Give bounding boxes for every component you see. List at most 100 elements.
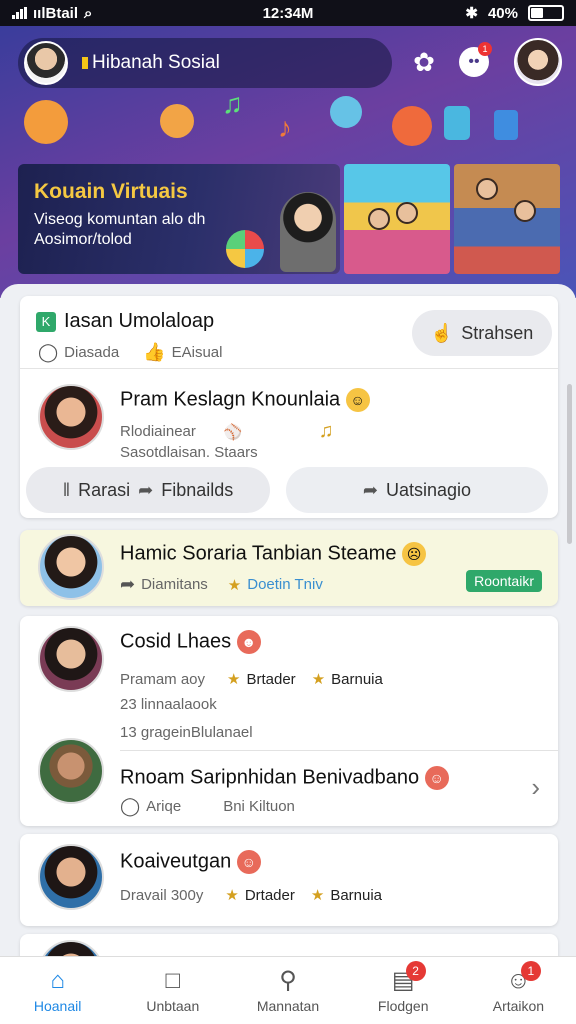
avatar[interactable]: [38, 738, 104, 804]
section-logo-icon: K: [36, 311, 56, 332]
nav-label: Flodgen: [377, 997, 429, 1014]
nav-notes[interactable]: ▤ 2 Flodgen: [346, 957, 461, 1024]
trophy-icon: ★: [225, 887, 239, 904]
feed-item-meta-2: Brtader: [246, 670, 296, 688]
person-icon: [476, 178, 498, 200]
nav-label: Hoanail: [33, 997, 82, 1014]
thumbs-up-icon: ☝: [430, 322, 454, 343]
phone-sticker-icon: [444, 106, 470, 140]
comment-icon: ◯: [38, 342, 59, 362]
react-button[interactable]: ‖ Rarasi ➦ Fibnailds: [26, 467, 270, 513]
promo-banner[interactable]: Kouain Virtuais Viseog komuntan alo dh A…: [18, 164, 340, 274]
chevron-right-icon[interactable]: ›: [531, 772, 540, 803]
banner-person-image: [280, 192, 336, 272]
feed-card[interactable]: Koaiveutgan ☺ Dravail 300y ★ Drtader ★ B…: [20, 834, 558, 926]
feed-item-subtitle: Rlodiainear: [120, 423, 196, 440]
divider: [20, 368, 558, 369]
app-header-pill[interactable]: Hibanah Sosial: [18, 38, 392, 88]
bars-icon: ‖: [62, 479, 71, 500]
signal-icon: [12, 7, 27, 19]
feed-card: Cosid Lhaes ☻ Pramam aoy ★ Brtader ★ Bar…: [20, 616, 558, 826]
chat-icon: □: [165, 966, 181, 994]
feed-card[interactable]: [20, 934, 558, 956]
feed-item-title: Hamic Soraria Tanbian Steame: [120, 542, 397, 565]
feed-item-title[interactable]: Rnoam Saripnhidan Benivadbano: [120, 766, 419, 788]
section-meta-1: Diasada: [64, 344, 120, 361]
react-button-label: Rarasi: [78, 479, 131, 500]
forward-button-label-2: Uatsinagio: [386, 479, 472, 500]
ball-icon: ⚾: [223, 423, 243, 441]
emoji-icon: ☹: [402, 542, 426, 566]
nav-search[interactable]: ⚲ Mannatan: [230, 957, 345, 1024]
avatar[interactable]: [38, 534, 104, 600]
thumbnail-group-photo[interactable]: [344, 164, 450, 274]
nav-home[interactable]: ⌂ Hoanail: [0, 957, 115, 1024]
wifi-icon: ⌕: [84, 4, 93, 22]
hero-header: ♫ ♪ Hibanah Sosial ✿ •• 1 Kouain Virtuai…: [0, 26, 576, 298]
feed-content: K Iasan Umolaloap ◯ Diasada 👍 EAisual ☝ …: [0, 284, 576, 956]
feed-item-meta: Ariqe: [146, 798, 182, 815]
scrollbar[interactable]: [567, 384, 572, 544]
share-button[interactable]: ☝ Strahsen: [412, 310, 552, 356]
avatar[interactable]: [38, 626, 104, 692]
bluetooth-icon: ✱: [465, 5, 478, 22]
clock: 12:34M: [262, 4, 314, 22]
messages-badge: 1: [478, 42, 492, 56]
search-icon: ⚲: [279, 967, 297, 994]
feed-item-title[interactable]: Pram Keslagn Knounlaia: [120, 388, 340, 410]
card-sticker-icon: [494, 110, 518, 140]
section-meta-2: EAisual: [171, 344, 223, 361]
user-avatar[interactable]: [24, 41, 68, 85]
share-arrow-icon: ➦: [138, 479, 154, 500]
nav-chat[interactable]: □ Unbtaan: [115, 957, 230, 1024]
feed-item-meta-2: Doetin Tniv: [247, 576, 323, 593]
app-logo-icon: [82, 57, 88, 69]
feed-item-meta: Pramam aoy: [120, 670, 206, 688]
highlighted-feed-item[interactable]: Hamic Soraria Tanbian Steame ☹ ➦ Diamita…: [20, 530, 558, 606]
bottom-navigation: ⌂ Hoanail □ Unbtaan ⚲ Mannatan ▤ 2 Flodg…: [0, 956, 576, 1024]
forward-button-label: Fibnailds: [161, 479, 234, 500]
forward-button[interactable]: ➦ Uatsinagio: [286, 467, 548, 513]
avatar[interactable]: [38, 844, 104, 910]
carrier-label: ıılBtail: [33, 4, 79, 22]
emoji-icon: ☺: [424, 766, 449, 790]
share-button-label: Strahsen: [461, 322, 534, 343]
emoji-icon: ☺: [345, 388, 370, 412]
nav-label: Artaikon: [492, 997, 545, 1014]
feed-item-title: Koaiveutgan: [120, 850, 232, 873]
person-icon: [368, 208, 390, 230]
settings-flower-icon[interactable]: ✿: [408, 46, 440, 78]
messages-icon[interactable]: •• 1: [458, 42, 492, 78]
status-badge[interactable]: Roontaikr: [466, 570, 542, 592]
music-note-icon: ♫: [318, 420, 334, 442]
feed-item-title[interactable]: Cosid Lhaes: [120, 630, 231, 652]
share-arrow-icon: ➦: [362, 479, 379, 500]
feed-item-meta-2: Bni Kiltuon: [223, 798, 295, 815]
status-bar: ıılBtail ⌕ 12:34M ✱ 40%: [0, 0, 576, 26]
home-icon: ⌂: [50, 966, 65, 994]
trophy-icon: ★: [227, 671, 241, 688]
avatar[interactable]: [38, 384, 104, 450]
sticker-icon: [160, 104, 194, 138]
feed-item-detail-2: 13 grageinBlulanael: [120, 724, 253, 741]
cat-sticker-icon: [24, 100, 68, 144]
trophy-icon: ★: [227, 576, 242, 594]
nav-profile[interactable]: ☺ 1 Artaikon: [461, 957, 576, 1024]
battery-icon: [528, 5, 564, 21]
trophy-icon: ★: [310, 887, 325, 904]
emoji-icon: ☻: [236, 630, 261, 654]
feed-item-meta: Diamitans: [141, 576, 208, 593]
thumbs-up-icon: 👍: [143, 342, 166, 362]
ball-icon: [226, 230, 264, 268]
avatar[interactable]: [38, 940, 104, 956]
music-note-icon: ♫: [222, 88, 243, 119]
clock-icon: ◯: [120, 796, 141, 816]
profile-avatar[interactable]: [514, 38, 562, 86]
feed-item-meta-3: Barnuia: [330, 886, 383, 904]
battery-percent: 40%: [487, 4, 518, 22]
notification-badge: 2: [405, 961, 426, 981]
app-title: Hibanah Sosial: [92, 52, 220, 73]
share-arrow-icon: ➦: [120, 574, 136, 594]
trophy-icon: ★: [311, 671, 326, 688]
thumbnail-group-photo[interactable]: [454, 164, 560, 274]
